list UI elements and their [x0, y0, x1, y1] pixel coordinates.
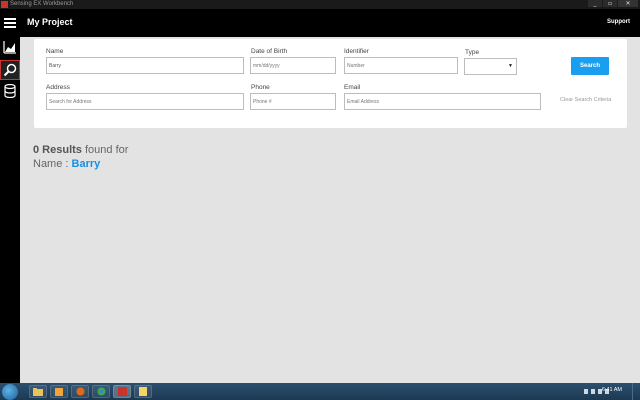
sidebar-rail: [0, 37, 20, 383]
email-input[interactable]: [344, 93, 541, 110]
search-button[interactable]: Search: [571, 57, 609, 75]
clear-search-link[interactable]: Clear Search Criteria: [560, 97, 611, 103]
email-label: Email: [344, 84, 361, 91]
app-header: My Project Support: [0, 9, 640, 37]
dob-input[interactable]: [250, 57, 336, 74]
show-desktop-button[interactable]: [632, 383, 640, 400]
dropdown-caret-icon: ▼: [508, 63, 513, 69]
results-summary: 0 Results found for Name : Barry: [33, 143, 128, 171]
address-label: Address: [46, 84, 70, 91]
taskbar-clock[interactable]: 6:41 AM: [602, 387, 622, 393]
media-taskbar-icon[interactable]: [50, 385, 68, 398]
name-label: Name: [46, 48, 64, 55]
search-form-card: Name Date of Birth Identifier Type ▼ Sea…: [34, 39, 627, 128]
notes-taskbar-icon[interactable]: [134, 385, 152, 398]
phone-label: Phone: [251, 84, 270, 91]
results-count: 0 Results: [33, 144, 82, 156]
phone-input[interactable]: [250, 93, 336, 110]
window-controls: _ ▫ ✕: [587, 0, 638, 8]
os-taskbar: 6:41 AM: [0, 383, 640, 400]
sidebar-item-database[interactable]: [0, 81, 20, 101]
minimize-button[interactable]: _: [588, 0, 602, 7]
hamburger-menu-icon[interactable]: [4, 18, 16, 28]
name-input[interactable]: [46, 57, 244, 74]
support-link[interactable]: Support: [607, 19, 630, 25]
type-select[interactable]: ▼: [464, 58, 517, 75]
project-title: My Project: [27, 17, 73, 27]
identifier-input[interactable]: [344, 57, 458, 74]
results-found-for: found for: [84, 144, 129, 156]
search-icon: [3, 63, 17, 77]
criteria-value: Barry: [71, 158, 101, 170]
criteria-label: Name :: [33, 158, 69, 170]
sidebar-item-search[interactable]: [0, 60, 20, 80]
close-button[interactable]: ✕: [618, 0, 638, 7]
chrome-taskbar-icon[interactable]: [92, 385, 110, 398]
workbench-taskbar-icon[interactable]: [113, 385, 131, 398]
dob-label: Date of Birth: [251, 48, 288, 55]
results-count-line: 0 Results found for: [33, 143, 128, 157]
app-logo-icon: [1, 1, 8, 8]
identifier-label: Identifier: [344, 48, 369, 55]
start-button[interactable]: [2, 384, 18, 400]
results-criteria-line: Name : Barry: [33, 157, 128, 171]
window-title: Sensing EX Workbench: [10, 1, 74, 7]
maximize-button[interactable]: ▫: [603, 0, 617, 7]
explorer-taskbar-icon[interactable]: [29, 385, 47, 398]
type-label: Type: [465, 49, 480, 56]
window-title-bar: Sensing EX Workbench _ ▫ ✕: [0, 0, 640, 9]
database-icon: [4, 84, 16, 98]
address-input[interactable]: [46, 93, 244, 110]
chart-icon: [3, 41, 16, 54]
firefox-taskbar-icon[interactable]: [71, 385, 89, 398]
sidebar-item-chart[interactable]: [0, 37, 20, 57]
